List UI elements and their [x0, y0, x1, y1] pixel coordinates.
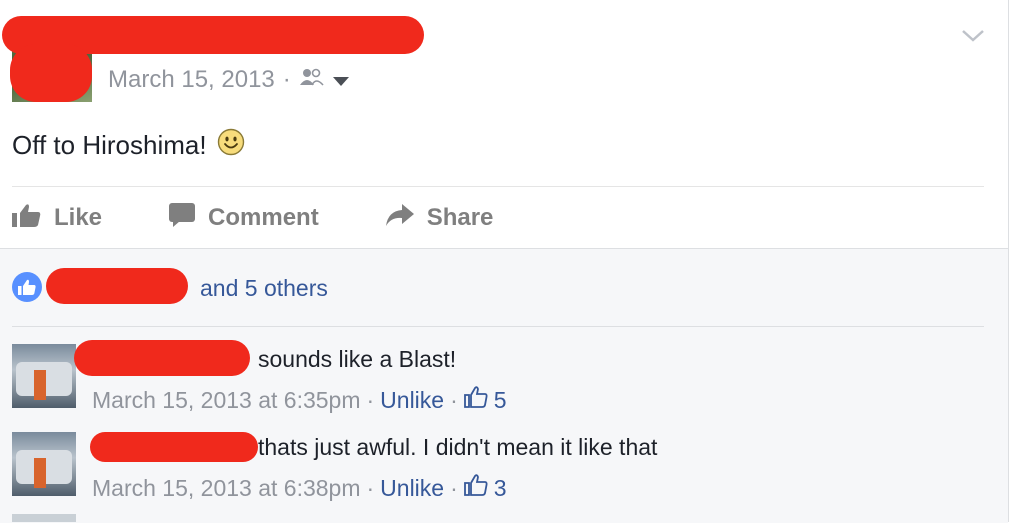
comments-divider: [12, 326, 984, 327]
post-date[interactable]: March 15, 2013: [108, 66, 275, 94]
comment-text: sounds like a Blast!: [258, 346, 457, 372]
share-arrow-icon: [385, 202, 415, 235]
actions-divider: [12, 186, 984, 187]
post-options-chevron-icon[interactable]: [960, 26, 986, 46]
post-card: March 15, 2013 · Off to Hiroshima! Like …: [0, 0, 1009, 523]
comment-button[interactable]: Comment: [168, 202, 319, 235]
meta-separator: ·: [366, 474, 375, 501]
likes-others-link[interactable]: and 5 others: [200, 275, 328, 302]
redaction-avatar: [10, 44, 92, 102]
meta-separator: ·: [366, 386, 375, 413]
thumbs-up-icon: [12, 202, 42, 235]
post-text: Off to Hiroshima!: [12, 130, 207, 160]
comment-meta: March 15, 2013 at 6:38pm · Unlike · 3: [92, 474, 507, 502]
likes-summary[interactable]: and 5 others: [12, 272, 328, 302]
comment-label: Comment: [208, 204, 319, 231]
comment-timestamp[interactable]: March 15, 2013 at 6:38pm: [92, 475, 361, 502]
audience-dropdown-icon[interactable]: [332, 66, 349, 94]
unlike-link[interactable]: Unlike: [380, 387, 444, 414]
meta-separator: ·: [450, 386, 458, 413]
redaction-commenter-name: [74, 340, 250, 376]
meta-separator: ·: [282, 66, 291, 93]
commenter-avatar[interactable]: [12, 344, 76, 408]
comment-timestamp[interactable]: March 15, 2013 at 6:35pm: [92, 387, 361, 414]
like-badge-icon: [12, 272, 42, 302]
next-commenter-avatar[interactable]: [12, 514, 76, 522]
share-button[interactable]: Share: [385, 202, 494, 235]
redaction-commenter-name: [90, 432, 258, 462]
post-meta: March 15, 2013 ·: [108, 66, 349, 94]
post-body: Off to Hiroshima!: [12, 128, 245, 163]
unlike-link[interactable]: Unlike: [380, 475, 444, 502]
commenter-avatar[interactable]: [12, 432, 76, 496]
meta-separator: ·: [450, 474, 458, 501]
redaction-likers: [46, 268, 188, 304]
comment-bubble-icon: [168, 202, 196, 235]
like-label: Like: [54, 204, 103, 231]
thumbs-up-outline-icon[interactable]: [463, 386, 488, 414]
comment-like-count[interactable]: 3: [494, 475, 507, 502]
thumbs-up-outline-icon[interactable]: [463, 474, 488, 502]
comment-text: thats just awful. I didn't mean it like …: [258, 434, 658, 460]
like-button[interactable]: Like: [12, 202, 102, 235]
post-actions: Like Comment Share: [12, 198, 559, 238]
smile-emoji-icon: [217, 128, 245, 163]
comment-like-count[interactable]: 5: [494, 387, 507, 414]
audience-friends-icon[interactable]: [299, 66, 325, 94]
comment-meta: March 15, 2013 at 6:35pm · Unlike · 5: [92, 386, 507, 414]
share-label: Share: [426, 204, 494, 231]
